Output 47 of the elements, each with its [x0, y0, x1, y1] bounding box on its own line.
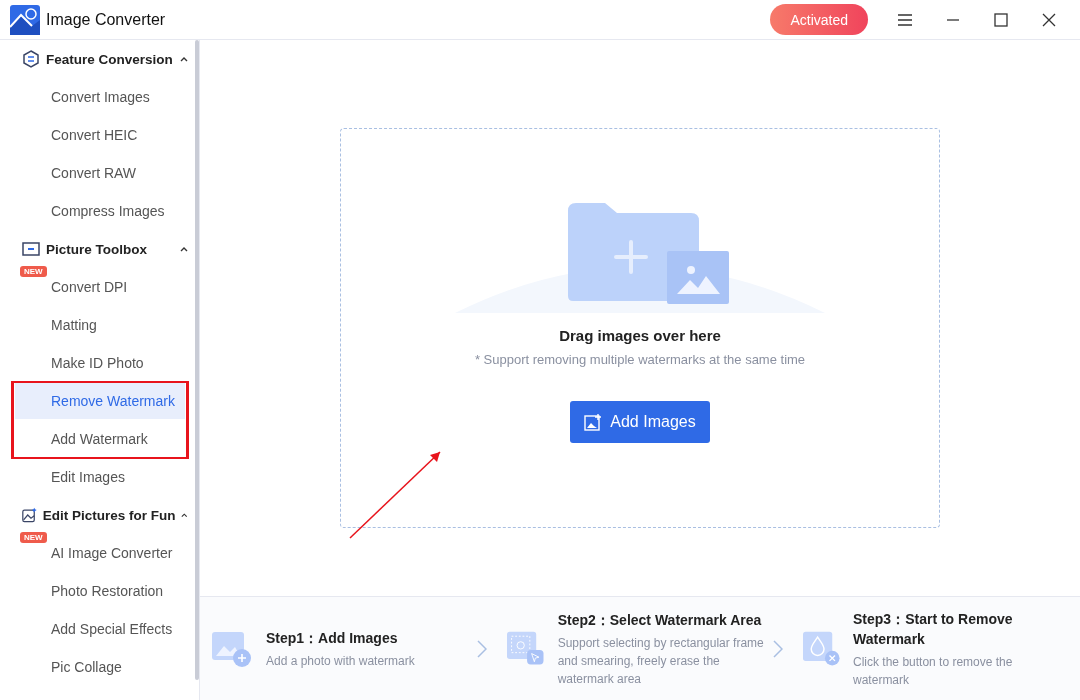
sidebar-item[interactable]: Matting	[15, 307, 185, 343]
sidebar-item[interactable]: Edit Images	[15, 459, 185, 495]
minimize-icon	[946, 18, 960, 21]
chevron-up-icon	[180, 56, 188, 62]
chevron-right-icon	[772, 639, 783, 658]
sidebar-item[interactable]: Convert HEIC	[15, 117, 185, 153]
chevron-right-icon	[477, 639, 488, 658]
sidebar-item[interactable]: Remove Watermark	[15, 383, 185, 419]
sidebar-item[interactable]: Compress Images	[15, 193, 185, 229]
sidebar-item[interactable]: Add Special Effects	[15, 611, 185, 647]
frame-icon	[22, 242, 40, 256]
drop-title: Drag images over here	[559, 327, 721, 344]
step-description: Click the button to remove the watermark	[853, 653, 1014, 689]
sidebar-group-header[interactable]: Feature Conversion	[0, 40, 196, 78]
sidebar-item[interactable]: Make ID Photo	[15, 345, 185, 381]
menu-icon	[897, 12, 913, 27]
image-add-icon	[212, 629, 254, 668]
new-badge: NEW	[20, 532, 47, 543]
drop-remove-icon	[802, 629, 842, 668]
sidebar-item[interactable]: Pic Collage	[15, 649, 185, 685]
image-add-icon	[584, 413, 603, 431]
app-title: Image Converter	[46, 10, 167, 29]
drop-zone[interactable]: Drag images over here * Support removing multiple watermarks at the same time Add Images	[340, 128, 940, 528]
step-description: Support selecting by rectangular frame and smearing, freely erase the watermark area	[557, 634, 765, 688]
chevron-up-icon	[181, 512, 188, 518]
step-title: Step3：Start to Remove Watermark	[853, 609, 1014, 649]
picture-sparkle-icon	[22, 506, 37, 524]
sidebar-group-header[interactable]: Edit Pictures for Fun	[0, 496, 196, 534]
new-badge: NEW	[20, 266, 47, 277]
folder-image-icon	[455, 201, 825, 313]
step-title: Step1：Add Images	[266, 628, 399, 648]
sidebar-item[interactable]: Add Watermark	[15, 421, 185, 457]
sidebar-group-header[interactable]: Picture Toolbox	[0, 230, 196, 268]
sidebar-item[interactable]: Convert Images	[15, 79, 185, 115]
sidebar-item[interactable]: Photo Restoration	[15, 573, 185, 609]
maximize-icon	[994, 12, 1008, 27]
scrollbar[interactable]	[195, 40, 199, 680]
step-description: Add a photo with watermark	[266, 652, 415, 670]
add-images-button[interactable]: Add Images	[570, 401, 710, 443]
step-title: Step2：Select Watermark Area	[557, 610, 763, 630]
close-icon	[1042, 12, 1056, 27]
selection-cursor-icon	[507, 629, 546, 668]
chevron-up-icon	[180, 246, 188, 252]
sidebar-item[interactable]: Convert RAW	[15, 155, 185, 191]
drop-hint: * Support removing multiple watermarks at the same time	[474, 352, 806, 367]
app-logo-icon	[10, 4, 40, 35]
hexagon-icon	[22, 50, 40, 68]
